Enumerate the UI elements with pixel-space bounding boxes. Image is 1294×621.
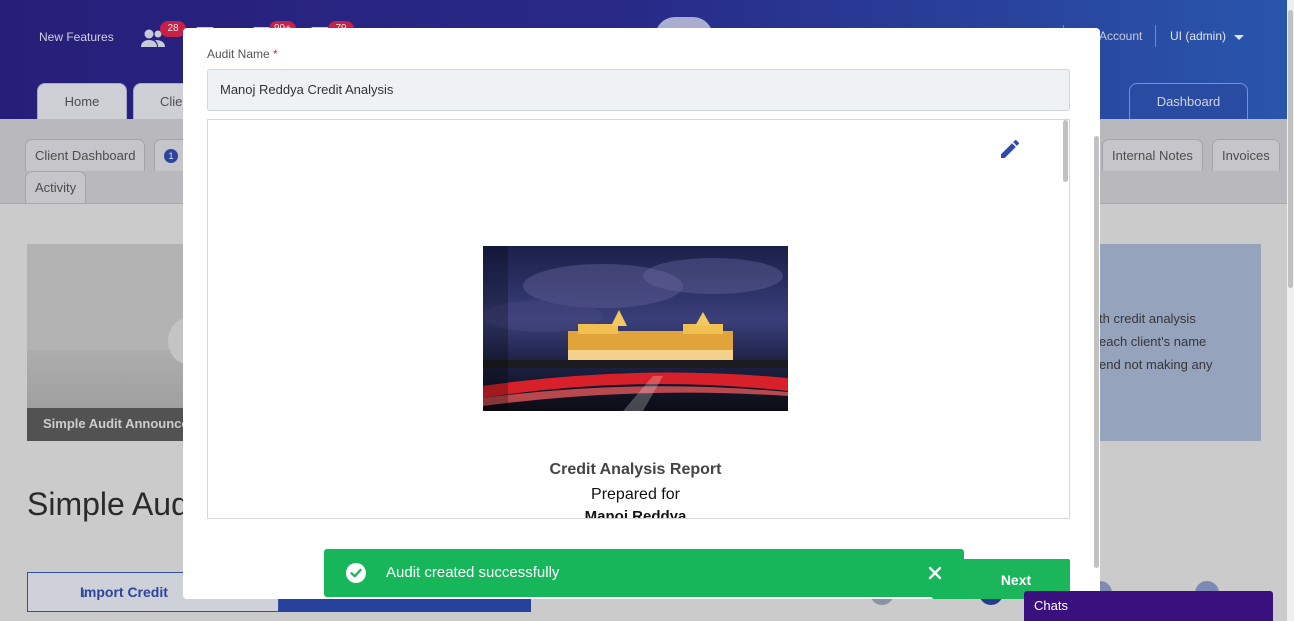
audit-name-label: Audit Name * (207, 47, 278, 61)
close-icon[interactable] (928, 566, 942, 580)
report-editor[interactable]: Credit Analysis Report Prepared for Mano… (207, 119, 1070, 519)
audit-name-input[interactable]: Manoj Reddya Credit Analysis (207, 69, 1070, 111)
cover-image (483, 246, 788, 411)
report-title: Credit Analysis Report (549, 461, 722, 478)
report-prepared-for: Prepared for (591, 486, 680, 503)
check-circle-icon (346, 563, 366, 583)
editor-scrollbar-thumb[interactable] (1063, 120, 1068, 182)
chats-widget[interactable]: Chats (1024, 591, 1273, 621)
modal-scrollbar-thumb[interactable] (1094, 136, 1099, 568)
required-mark: * (273, 47, 278, 61)
page-scrollbar-thumb[interactable] (1288, 10, 1293, 288)
pencil-icon[interactable] (998, 137, 1022, 161)
success-toast: Audit created successfully (324, 549, 964, 597)
audit-name-label-text: Audit Name (207, 47, 270, 61)
report-client-name: Manoj Reddya (584, 508, 687, 519)
create-audit-modal: Audit Name * Manoj Reddya Credit Analysi… (183, 28, 1100, 599)
toast-message: Audit created successfully (386, 564, 560, 581)
